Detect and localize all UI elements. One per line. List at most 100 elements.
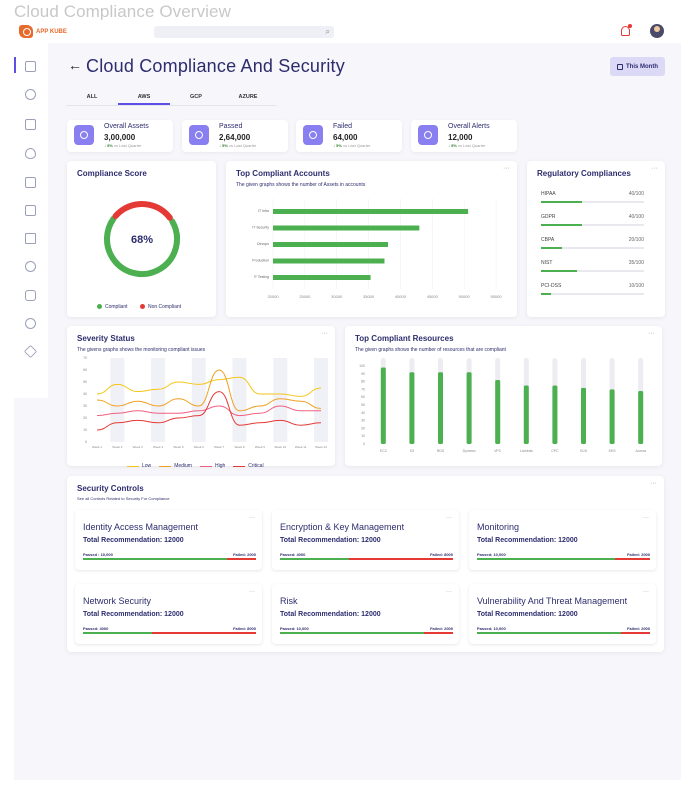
control-card-vulnerability-and-threat-management[interactable]: ··· Vulnerability And Threat Management To… bbox=[469, 584, 656, 644]
more-icon[interactable]: ··· bbox=[446, 515, 452, 521]
passed-bar bbox=[280, 632, 424, 634]
doc-icon[interactable] bbox=[25, 261, 36, 272]
stat-trend: ↓ 5% vs Last Quarter bbox=[333, 143, 371, 148]
control-failed: Failed: 8000 bbox=[233, 626, 256, 631]
stat-label: Overall Assets bbox=[104, 123, 149, 130]
control-progress bbox=[280, 558, 453, 560]
x-tick-label: 30000 bbox=[331, 294, 343, 299]
control-failed: Failed: 2000 bbox=[430, 626, 453, 631]
x-tick-label: 50000 bbox=[459, 294, 471, 299]
stat-card-assets[interactable]: Overall Assets 3,00,000 ↓ 5% vs Last Qua… bbox=[67, 120, 173, 152]
app-window: APP KUBE ⌕ ← Cloud Compliance And Securi… bbox=[14, 20, 681, 780]
back-arrow-icon[interactable]: ← bbox=[68, 57, 82, 73]
legend-critical: Critical bbox=[233, 463, 264, 469]
control-recommendation: Total Recommendation: 12000 bbox=[477, 537, 578, 544]
more-icon[interactable]: ··· bbox=[651, 165, 658, 172]
stat-value: 3,00,000 bbox=[104, 133, 136, 142]
more-icon[interactable]: ··· bbox=[643, 515, 649, 521]
settings-icon[interactable] bbox=[25, 318, 36, 329]
shield-icon[interactable] bbox=[25, 148, 36, 159]
list-icon[interactable] bbox=[25, 119, 36, 130]
tab-azure[interactable]: AZURE bbox=[222, 92, 274, 105]
week-band bbox=[232, 358, 247, 442]
search-icon[interactable]: ⌕ bbox=[326, 27, 330, 37]
tab-gcp[interactable]: GCP bbox=[170, 92, 222, 105]
reg-name: PCI-DSS bbox=[541, 283, 562, 289]
control-passed: Passed: 10,000 bbox=[477, 552, 506, 557]
stat-card-alerts[interactable]: Overall Alerts 12,000 ↓ 5% vs Last Quart… bbox=[411, 120, 517, 152]
top-bar: APP KUBE ⌕ bbox=[14, 20, 681, 43]
table-icon[interactable] bbox=[25, 177, 36, 188]
stat-label: Passed bbox=[219, 123, 243, 130]
category-label-it-security: IT Security bbox=[252, 226, 269, 230]
x-tick-label: 45000 bbox=[427, 294, 439, 299]
layers-icon[interactable] bbox=[23, 344, 38, 359]
more-icon[interactable]: ··· bbox=[446, 589, 452, 595]
target-icon bbox=[74, 125, 94, 145]
failed-bar bbox=[349, 558, 453, 560]
section-subtitle: See all Controls Related to Security For… bbox=[77, 496, 170, 501]
sidebar bbox=[14, 43, 48, 398]
control-title: Identity Access Management bbox=[83, 522, 199, 532]
legend-swatch bbox=[199, 465, 212, 467]
control-card-network-security[interactable]: ··· Network Security Total Recommendation:… bbox=[75, 584, 262, 644]
control-title: Encryption & Key Management bbox=[280, 522, 405, 532]
search-input[interactable]: ⌕ bbox=[154, 26, 334, 38]
stat-card-passed[interactable]: Passed 2,64,000 ↓ 5% vs Last Quarter bbox=[182, 120, 288, 152]
x-tick-label: 40000 bbox=[395, 294, 407, 299]
date-range-button[interactable]: This Month bbox=[610, 57, 665, 76]
y-tick-label: 30 bbox=[83, 404, 87, 408]
notification-dot bbox=[628, 24, 632, 28]
control-card-encryption-key-management[interactable]: ··· Encryption & Key Management Total Reco… bbox=[272, 510, 459, 570]
more-icon[interactable]: ··· bbox=[249, 515, 255, 521]
top-accounts-card: Top Compliant Accounts The given graphs … bbox=[226, 161, 517, 317]
passed-bar bbox=[477, 632, 621, 634]
reg-progress bbox=[541, 201, 644, 203]
control-passed: Passed: 4000 bbox=[83, 626, 109, 631]
passed-bar bbox=[477, 558, 616, 560]
control-card-identity-access-management[interactable]: ··· Identity Access Management Total Recom… bbox=[75, 510, 262, 570]
app-logo[interactable]: APP KUBE bbox=[19, 25, 67, 38]
tab-all[interactable]: ALL bbox=[66, 92, 118, 105]
control-failed: Failed: 2000 bbox=[627, 626, 650, 631]
x-tick-label: Week 4 bbox=[153, 445, 163, 449]
reg-progress bbox=[541, 224, 644, 226]
grid-icon[interactable] bbox=[25, 61, 36, 72]
x-tick-label: 25000 bbox=[299, 294, 311, 299]
security-controls-section: Security Controls See all Controls Relat… bbox=[67, 476, 664, 652]
chip-icon[interactable] bbox=[25, 205, 36, 216]
frame-title: Cloud Compliance Overview bbox=[14, 2, 231, 21]
target-icon bbox=[418, 125, 438, 145]
control-progress bbox=[83, 632, 256, 634]
legend-dot bbox=[97, 304, 102, 309]
control-card-monitoring[interactable]: ··· Monitoring Total Recommendation: 12000… bbox=[469, 510, 656, 570]
category-label-it-testing: IT Testing bbox=[254, 275, 269, 279]
control-progress bbox=[83, 558, 256, 560]
severity-card: Severity Status The givens graphs shows … bbox=[67, 326, 335, 469]
more-icon[interactable]: ··· bbox=[643, 589, 649, 595]
stat-card-failed[interactable]: Failed 64,000 ↓ 5% vs Last Quarter bbox=[296, 120, 402, 152]
more-icon[interactable]: ··· bbox=[650, 480, 657, 487]
legend-low: Low bbox=[127, 463, 151, 469]
week-band bbox=[191, 358, 206, 442]
failed-bar bbox=[226, 558, 256, 560]
sidebar-active-indicator bbox=[14, 57, 16, 73]
bar-it-infra bbox=[273, 209, 469, 214]
date-range-label: This Month bbox=[626, 63, 658, 70]
reg-name: GDPR bbox=[541, 214, 556, 220]
avatar[interactable] bbox=[650, 24, 664, 38]
legend-compliant: Compliant bbox=[97, 304, 128, 310]
x-tick-label: CPC bbox=[551, 449, 559, 453]
bank-icon[interactable] bbox=[25, 233, 36, 244]
y-tick-label: 70 bbox=[361, 387, 365, 391]
control-card-risk[interactable]: ··· Risk Total Recommendation: 12000 Passed… bbox=[272, 584, 459, 644]
reg-value: 10/100 bbox=[628, 283, 644, 289]
cloud-icon[interactable] bbox=[25, 89, 36, 100]
more-icon[interactable]: ··· bbox=[249, 589, 255, 595]
failed-bar bbox=[620, 632, 650, 634]
x-tick-label: Dynamo bbox=[463, 449, 476, 453]
tab-aws[interactable]: AWS bbox=[118, 92, 170, 105]
control-failed: Failed: 8000 bbox=[430, 552, 453, 557]
chat-icon[interactable] bbox=[25, 290, 36, 301]
x-tick-label: Week 7 bbox=[214, 445, 224, 449]
